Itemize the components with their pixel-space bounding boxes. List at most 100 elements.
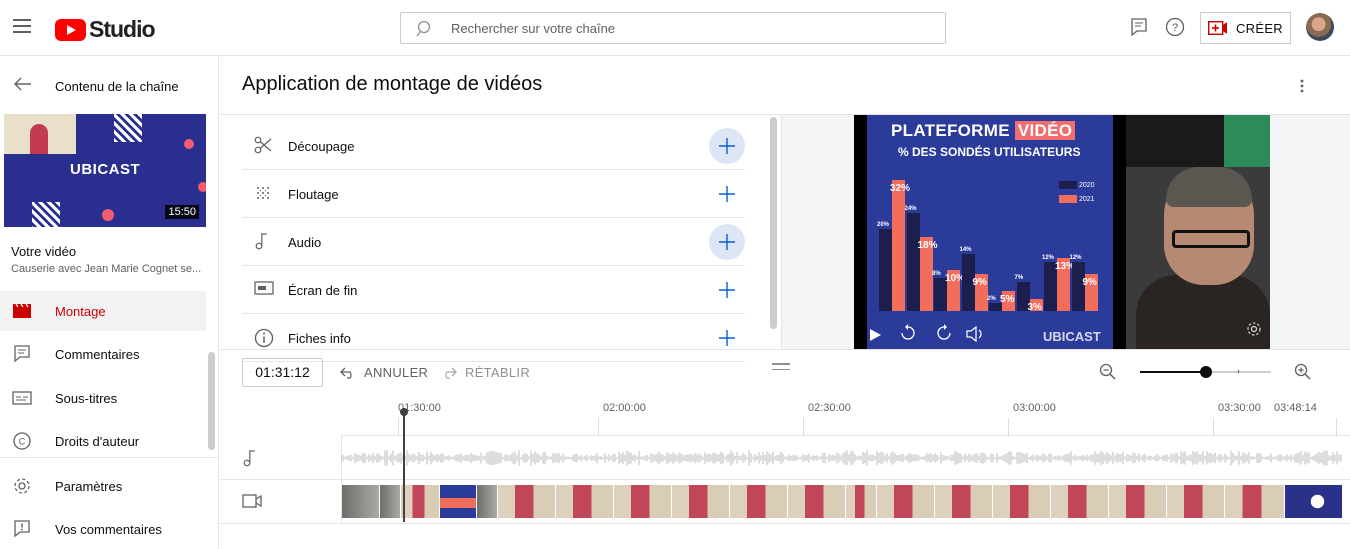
sidebar-scrollbar[interactable] bbox=[208, 352, 215, 450]
video-name: Causerie avec Jean Marie Cognet se... bbox=[11, 263, 202, 275]
tools-scrollbar[interactable] bbox=[770, 117, 777, 329]
gear-icon bbox=[13, 478, 30, 494]
speaker-glasses bbox=[1172, 230, 1250, 248]
sidebar-item-parametres[interactable]: Paramètres bbox=[0, 466, 206, 506]
help-icon[interactable]: ? bbox=[1165, 17, 1185, 37]
redo-button[interactable]: RÉTABLIR bbox=[441, 365, 530, 380]
ruler-tick: 03:00:00 bbox=[1013, 402, 1056, 414]
decor-dot bbox=[102, 209, 114, 221]
sidebar-item-commentaires[interactable]: Commentaires bbox=[0, 334, 206, 374]
zoom-slider[interactable] bbox=[1140, 366, 1271, 378]
search-icon bbox=[416, 20, 431, 37]
video-preview[interactable]: PLATEFORME VIDÉO % DES SONDÉS UTILISATEU… bbox=[854, 115, 1270, 349]
tool-floutage[interactable]: Floutage bbox=[242, 170, 745, 218]
add-ecran-de-fin-button[interactable] bbox=[709, 272, 745, 308]
slide-bar bbox=[906, 212, 920, 311]
slide-bar-label: 32% bbox=[890, 182, 911, 194]
legend-2020-label: 2020 bbox=[1078, 181, 1095, 189]
sidebar-item-vos-commentaires[interactable]: Vos commentaires bbox=[0, 509, 206, 549]
end-screen-icon bbox=[254, 281, 274, 295]
add-floutage-button[interactable] bbox=[709, 176, 745, 212]
create-button[interactable]: CRÉER bbox=[1200, 12, 1291, 44]
video-frame bbox=[877, 485, 934, 518]
legend-2021-label: 2021 bbox=[1078, 195, 1095, 203]
channel-content-link[interactable]: Contenu de la chaîne bbox=[55, 79, 179, 94]
studio-logo[interactable]: Studio bbox=[55, 16, 156, 43]
slide-title-b: VIDÉO bbox=[1014, 121, 1076, 140]
video-frame bbox=[1225, 485, 1284, 518]
tool-ecran-de-fin[interactable]: Écran de fin bbox=[242, 266, 745, 314]
slide-bar-label: 18% bbox=[917, 240, 938, 252]
slide-bar-label: 24% bbox=[904, 205, 917, 212]
slide-bar-label: 12% bbox=[1069, 254, 1082, 261]
video-frame bbox=[477, 485, 497, 518]
sidebar-item-label: Paramètres bbox=[55, 478, 123, 494]
video-frames[interactable] bbox=[342, 485, 1342, 518]
sidebar-item-sous-titres[interactable]: Sous-titres bbox=[0, 378, 206, 418]
decor-stripes bbox=[114, 114, 142, 142]
blur-icon bbox=[257, 187, 269, 199]
sidebar-item-label: Montage bbox=[55, 303, 106, 319]
speaker-hair bbox=[1166, 167, 1252, 207]
undo-label: ANNULER bbox=[364, 365, 429, 380]
slide-bar-label: 14% bbox=[959, 246, 972, 253]
video-frame bbox=[498, 485, 555, 518]
subtitles-icon bbox=[11, 391, 32, 405]
video-frame bbox=[788, 485, 845, 518]
slide-title: PLATEFORME VIDÉO bbox=[891, 121, 1076, 141]
menu-icon[interactable] bbox=[13, 19, 31, 33]
slide-bar-label: 2% bbox=[987, 295, 996, 302]
thumbnail-logo: UBICAST bbox=[70, 161, 141, 178]
tool-audio[interactable]: Audio bbox=[242, 218, 745, 266]
ruler-tick-line bbox=[1008, 418, 1009, 436]
sidebar-item-label: Droits d'auteur bbox=[55, 433, 140, 449]
volume-icon[interactable] bbox=[966, 325, 984, 343]
slide-bar-label: 12% bbox=[1042, 254, 1055, 261]
back-arrow-icon[interactable] bbox=[14, 77, 32, 91]
sidebar-item-montage[interactable]: Montage bbox=[0, 291, 206, 331]
undo-icon bbox=[340, 367, 352, 379]
add-decoupage-button[interactable] bbox=[709, 128, 745, 164]
video-thumbnail[interactable]: UBICAST 15:50 bbox=[4, 114, 206, 227]
more-options-icon[interactable] bbox=[1300, 79, 1304, 93]
timeline-ruler[interactable]: 01:30:00 02:00:00 02:30:00 03:00:00 03:3… bbox=[341, 396, 1350, 436]
search-box[interactable] bbox=[400, 12, 946, 44]
ruler-tick: 02:00:00 bbox=[603, 402, 646, 414]
ruler-tick-line bbox=[398, 418, 399, 436]
timecode-display[interactable]: 01:31:12 bbox=[242, 358, 323, 387]
top-bar: Studio ? CRÉER bbox=[0, 0, 1350, 56]
undo-button[interactable]: ANNULER bbox=[340, 365, 428, 380]
ruler-tick-line bbox=[598, 418, 599, 436]
avatar[interactable] bbox=[1306, 13, 1334, 41]
zoom-out-icon[interactable] bbox=[1099, 363, 1117, 381]
logo-text: Studio bbox=[89, 16, 156, 42]
feedback-message-icon[interactable] bbox=[1130, 17, 1148, 37]
tool-label: Fiches info bbox=[288, 331, 351, 346]
tool-label: Découpage bbox=[288, 139, 355, 154]
svg-text:?: ? bbox=[1172, 22, 1178, 34]
forward-10-icon[interactable] bbox=[935, 324, 953, 342]
rewind-10-icon[interactable] bbox=[899, 324, 917, 342]
sidebar-item-droits-auteur[interactable]: C Droits d'auteur bbox=[0, 421, 206, 461]
ruler-tick-line bbox=[1336, 418, 1337, 436]
speaker-background-plant bbox=[1224, 115, 1270, 167]
zoom-in-icon[interactable] bbox=[1294, 363, 1312, 381]
play-icon[interactable] bbox=[868, 328, 882, 342]
video-camera-icon bbox=[242, 494, 262, 508]
slide-bar-label: 9% bbox=[1082, 277, 1097, 289]
resize-handle[interactable] bbox=[772, 363, 790, 374]
playhead[interactable] bbox=[400, 408, 408, 522]
tool-decoupage[interactable]: Découpage bbox=[242, 122, 745, 170]
svg-text:C: C bbox=[18, 437, 25, 447]
add-audio-button[interactable] bbox=[709, 224, 745, 260]
comment-icon bbox=[13, 345, 30, 363]
video-settings-icon[interactable] bbox=[1246, 321, 1262, 337]
zoom-slider-knob[interactable] bbox=[1199, 366, 1212, 378]
ruler-tick-line bbox=[1213, 418, 1214, 436]
video-frame bbox=[935, 485, 992, 518]
video-track bbox=[220, 480, 1350, 524]
slide-bar-label: 20% bbox=[877, 222, 890, 228]
search-input[interactable] bbox=[451, 19, 921, 37]
tool-label: Floutage bbox=[288, 187, 339, 202]
your-video-label: Votre vidéo bbox=[11, 244, 77, 259]
